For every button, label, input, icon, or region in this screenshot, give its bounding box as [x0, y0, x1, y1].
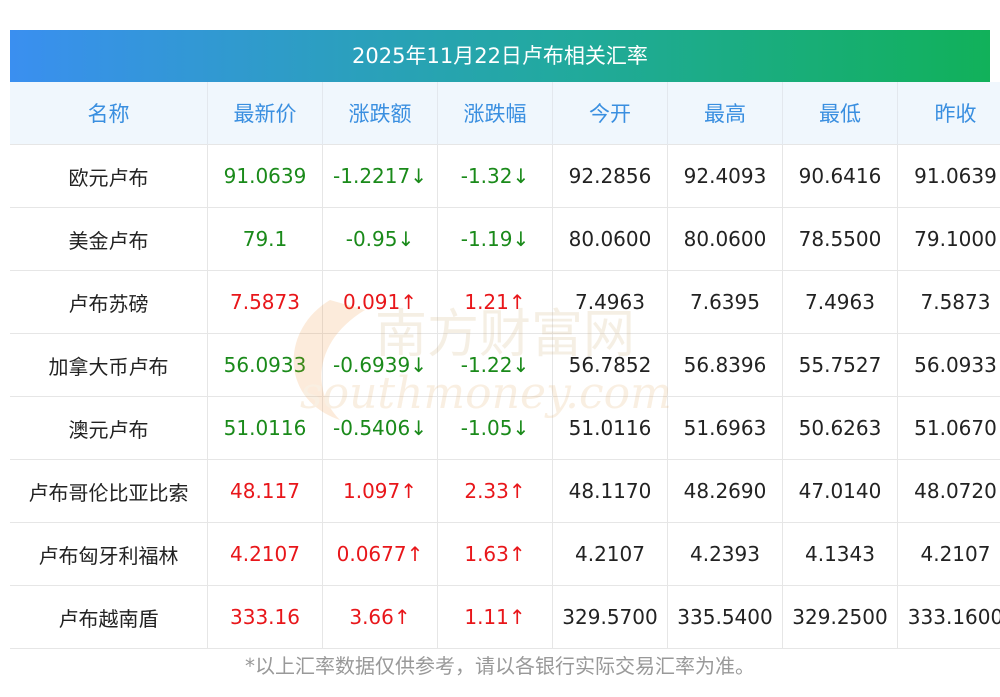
- table-row: 卢布哥伦比亚比索 48.117 1.097↑ 2.33↑ 48.1170 48.2690 4…: [10, 459, 1000, 523]
- header-latest[interactable]: 最新价: [207, 82, 323, 145]
- cell-name: 澳元卢布: [10, 396, 208, 460]
- header-open[interactable]: 今开: [552, 82, 668, 145]
- cell-name: 欧元卢布: [10, 144, 208, 208]
- cell-latest: 7.5873: [207, 270, 323, 334]
- cell-change: 0.0677↑: [322, 522, 438, 586]
- cell-low: 329.2500: [782, 585, 898, 649]
- cell-pct: -1.22↓: [437, 333, 553, 397]
- cell-prev: 7.5873: [897, 270, 1000, 334]
- cell-open: 4.2107: [552, 522, 668, 586]
- cell-change: 3.66↑: [322, 585, 438, 649]
- cell-latest: 4.2107: [207, 522, 323, 586]
- cell-change: 0.091↑: [322, 270, 438, 334]
- table-row: 欧元卢布 91.0639 -1.2217↓ -1.32↓ 92.2856 92.4093 9…: [10, 144, 1000, 208]
- cell-high: 7.6395: [667, 270, 783, 334]
- exchange-rate-table: 名称 最新价 涨跌额 涨跌幅 今开 最高 最低 昨收 欧元卢布 91.0639 -1…: [10, 82, 1000, 649]
- cell-high: 56.8396: [667, 333, 783, 397]
- cell-pct: -1.05↓: [437, 396, 553, 460]
- cell-low: 4.1343: [782, 522, 898, 586]
- table-row: 加拿大币卢布 56.0933 -0.6939↓ -1.22↓ 56.7852 56.839…: [10, 333, 1000, 397]
- cell-latest: 51.0116: [207, 396, 323, 460]
- cell-low: 90.6416: [782, 144, 898, 208]
- header-prev[interactable]: 昨收: [897, 82, 1000, 145]
- cell-open: 7.4963: [552, 270, 668, 334]
- table-row: 美金卢布 79.1 -0.95↓ -1.19↓ 80.0600 80.0600 78.550…: [10, 207, 1000, 271]
- cell-latest: 48.117: [207, 459, 323, 523]
- cell-latest: 333.16: [207, 585, 323, 649]
- cell-change: 1.097↑: [322, 459, 438, 523]
- footnote: *以上汇率数据仅供参考，请以各银行实际交易汇率为准。: [245, 654, 755, 678]
- page-title: 2025年11月22日卢布相关汇率: [10, 30, 990, 82]
- cell-name: 卢布匈牙利福林: [10, 522, 208, 586]
- header-name[interactable]: 名称: [10, 82, 208, 145]
- table-header-row: 名称 最新价 涨跌额 涨跌幅 今开 最高 最低 昨收: [10, 82, 1000, 145]
- cell-prev: 51.0670: [897, 396, 1000, 460]
- cell-open: 56.7852: [552, 333, 668, 397]
- cell-open: 51.0116: [552, 396, 668, 460]
- cell-open: 329.5700: [552, 585, 668, 649]
- cell-high: 92.4093: [667, 144, 783, 208]
- cell-high: 51.6963: [667, 396, 783, 460]
- cell-name: 美金卢布: [10, 207, 208, 271]
- header-high[interactable]: 最高: [667, 82, 783, 145]
- cell-high: 48.2690: [667, 459, 783, 523]
- cell-prev: 333.1600: [897, 585, 1000, 649]
- cell-change: -0.6939↓: [322, 333, 438, 397]
- cell-low: 55.7527: [782, 333, 898, 397]
- cell-low: 50.6263: [782, 396, 898, 460]
- cell-low: 47.0140: [782, 459, 898, 523]
- cell-prev: 4.2107: [897, 522, 1000, 586]
- cell-open: 80.0600: [552, 207, 668, 271]
- table-row: 卢布苏磅 7.5873 0.091↑ 1.21↑ 7.4963 7.6395 7.4963 7…: [10, 270, 1000, 334]
- cell-prev: 91.0639: [897, 144, 1000, 208]
- header-change[interactable]: 涨跌额: [322, 82, 438, 145]
- cell-open: 92.2856: [552, 144, 668, 208]
- cell-low: 78.5500: [782, 207, 898, 271]
- header-pct[interactable]: 涨跌幅: [437, 82, 553, 145]
- table-row: 卢布越南盾 333.16 3.66↑ 1.11↑ 329.5700 335.5400 329…: [10, 585, 1000, 649]
- cell-prev: 79.1000: [897, 207, 1000, 271]
- cell-prev: 48.0720: [897, 459, 1000, 523]
- cell-name: 卢布越南盾: [10, 585, 208, 649]
- cell-pct: 1.21↑: [437, 270, 553, 334]
- cell-latest: 91.0639: [207, 144, 323, 208]
- cell-low: 7.4963: [782, 270, 898, 334]
- cell-pct: 1.11↑: [437, 585, 553, 649]
- cell-pct: 2.33↑: [437, 459, 553, 523]
- cell-prev: 56.0933: [897, 333, 1000, 397]
- cell-change: -0.5406↓: [322, 396, 438, 460]
- cell-high: 4.2393: [667, 522, 783, 586]
- cell-pct: -1.32↓: [437, 144, 553, 208]
- cell-name: 卢布苏磅: [10, 270, 208, 334]
- cell-latest: 56.0933: [207, 333, 323, 397]
- cell-change: -0.95↓: [322, 207, 438, 271]
- table-row: 澳元卢布 51.0116 -0.5406↓ -1.05↓ 51.0116 51.6963 5…: [10, 396, 1000, 460]
- cell-high: 80.0600: [667, 207, 783, 271]
- cell-high: 335.5400: [667, 585, 783, 649]
- cell-latest: 79.1: [207, 207, 323, 271]
- table-row: 卢布匈牙利福林 4.2107 0.0677↑ 1.63↑ 4.2107 4.2393 4.1…: [10, 522, 1000, 586]
- cell-name: 加拿大币卢布: [10, 333, 208, 397]
- header-low[interactable]: 最低: [782, 82, 898, 145]
- cell-open: 48.1170: [552, 459, 668, 523]
- cell-name: 卢布哥伦比亚比索: [10, 459, 208, 523]
- cell-pct: 1.63↑: [437, 522, 553, 586]
- cell-change: -1.2217↓: [322, 144, 438, 208]
- cell-pct: -1.19↓: [437, 207, 553, 271]
